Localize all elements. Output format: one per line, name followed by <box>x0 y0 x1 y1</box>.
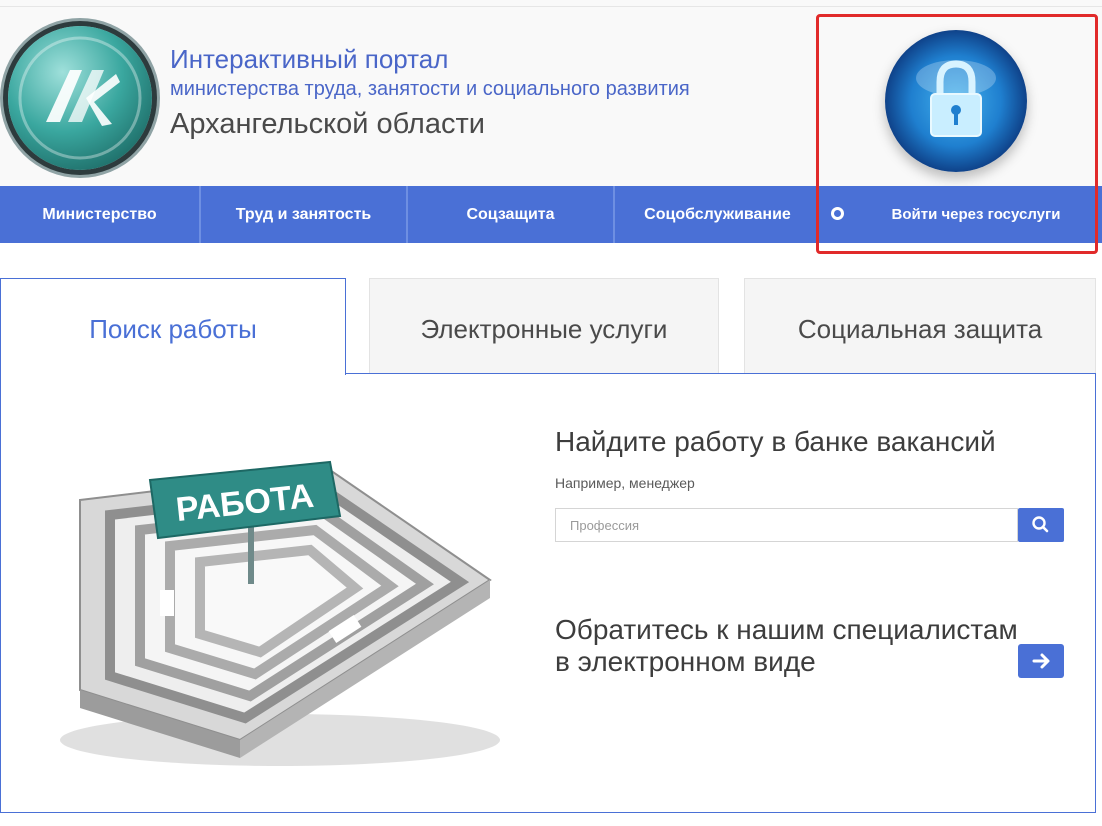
contact-line-1: Обратитесь к нашим специалистам <box>555 614 1018 645</box>
search-button[interactable] <box>1018 508 1064 542</box>
portal-title: Интерактивный портал <box>170 44 449 74</box>
highlight-box <box>816 14 1098 254</box>
portal-subtitle: министерства труда, занятости и социальн… <box>170 78 690 100</box>
tab-job-search[interactable]: Поиск работы <box>0 278 346 375</box>
tab-e-services[interactable]: Электронные услуги <box>369 278 719 374</box>
nav-item-ministry[interactable]: Министерство <box>0 186 199 243</box>
nav-item-social-services[interactable]: Соцобслуживание <box>615 186 820 243</box>
tab-social-protection[interactable]: Социальная защита <box>744 278 1096 374</box>
maze-illustration: РАБОТА <box>60 460 500 766</box>
contact-line-2: в электронном виде <box>555 646 816 677</box>
panel-top-border <box>345 373 1096 374</box>
arrow-right-icon <box>1032 653 1050 669</box>
top-divider <box>0 6 1102 7</box>
contact-arrow-button[interactable] <box>1018 644 1064 678</box>
search-icon <box>1032 516 1049 533</box>
nav-item-labor[interactable]: Труд и занятость <box>201 186 406 243</box>
portal-region: Архангельской области <box>170 108 485 140</box>
nav-item-social-protection[interactable]: Соцзащита <box>408 186 613 243</box>
job-search-title: Найдите работу в банке вакансий <box>555 426 996 457</box>
ministry-logo[interactable] <box>8 26 152 170</box>
profession-search-input[interactable] <box>555 508 1018 542</box>
contact-specialists-text: Обратитесь к нашим специалистам в электр… <box>555 614 1035 678</box>
logo-emblem-icon <box>18 36 142 160</box>
search-hint: Например, менеджер <box>555 475 695 491</box>
